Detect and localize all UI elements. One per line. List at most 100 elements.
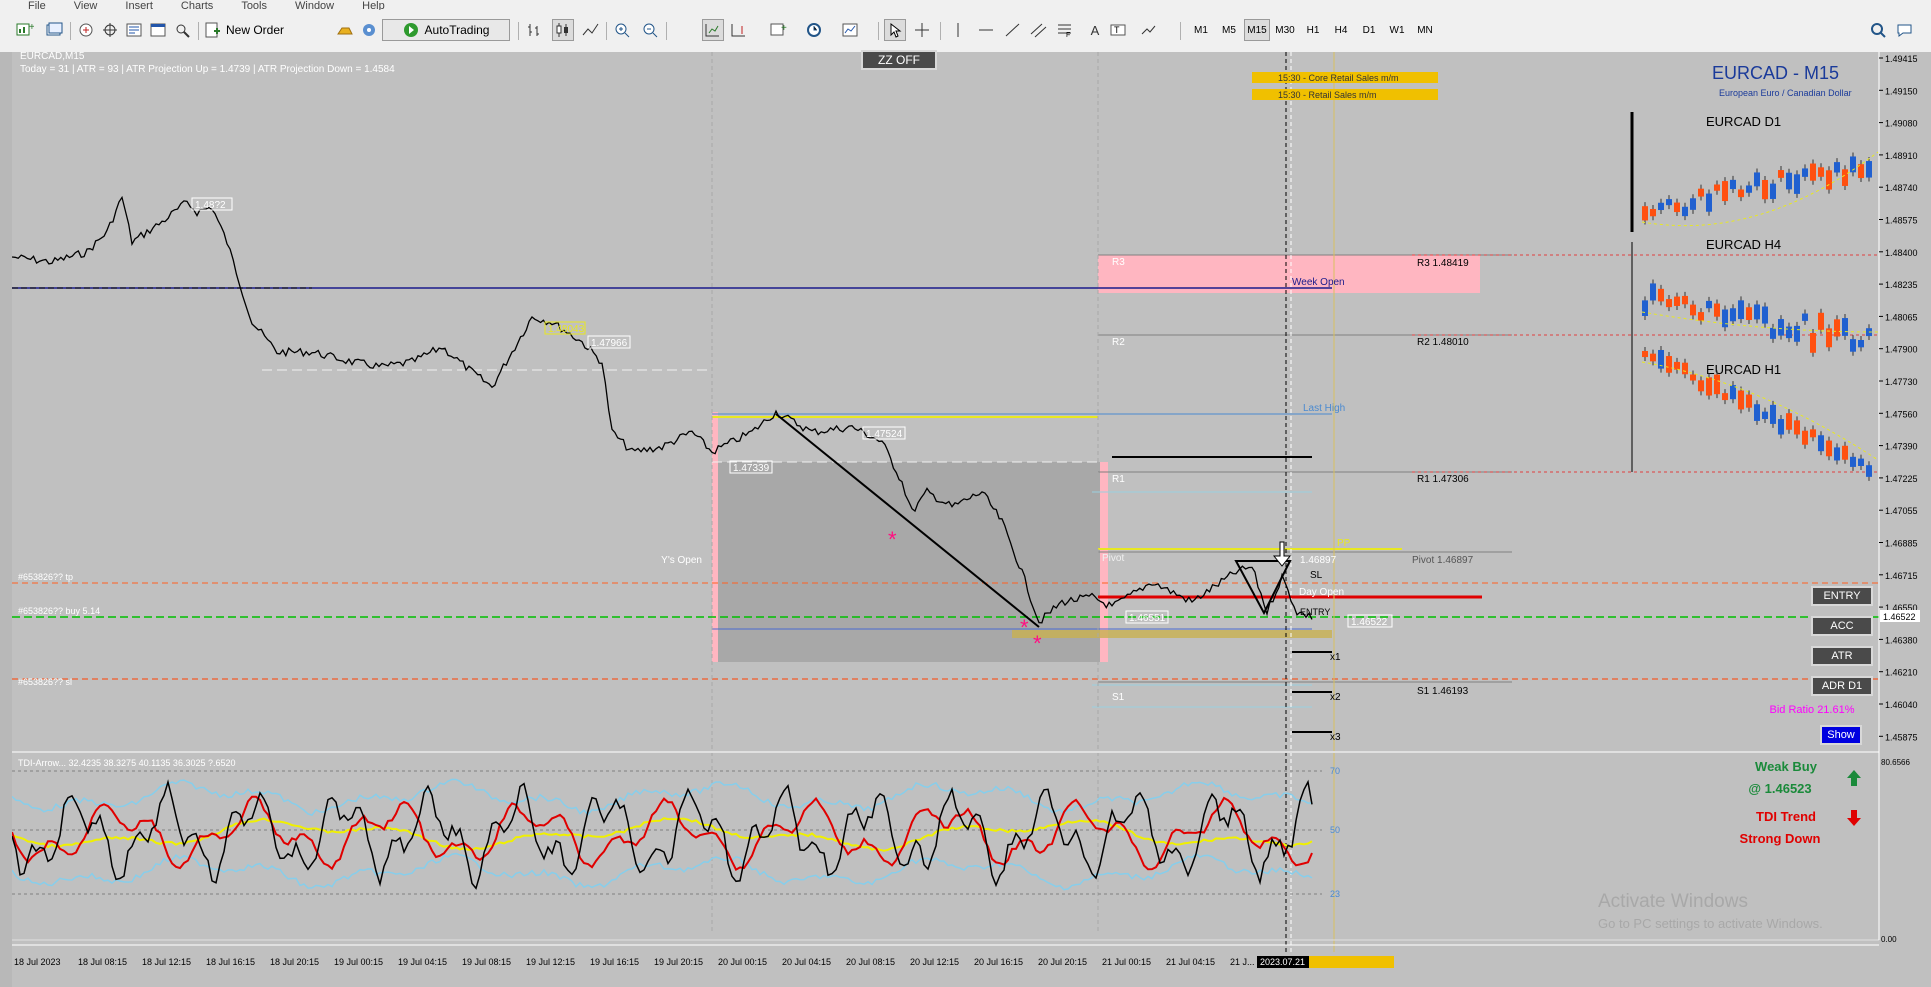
menu-help[interactable]: Help xyxy=(362,1,385,11)
bar-chart-icon[interactable] xyxy=(524,19,546,41)
text-label-icon[interactable]: T xyxy=(1108,19,1130,41)
bid-ratio: Bid Ratio 21.61% xyxy=(1770,704,1855,716)
mini-candle-body xyxy=(1738,390,1744,410)
terminal-icon[interactable] xyxy=(148,19,170,41)
new-order-label: New Order xyxy=(226,23,285,37)
adr-d1-button[interactable]: ADR D1 xyxy=(1811,676,1873,696)
timeframe-m30[interactable]: M30 xyxy=(1272,19,1298,41)
time-tick-label: 21 Jul 04:15 xyxy=(1166,957,1215,967)
menu-file[interactable]: File xyxy=(28,1,46,11)
entry-button[interactable]: ENTRY xyxy=(1811,586,1873,606)
mini-candle-body xyxy=(1746,185,1752,193)
price-tick-label: 1.47390 xyxy=(1885,442,1918,452)
price-tick-label: 1.46210 xyxy=(1885,668,1918,678)
symbol-header: EURCAD,M15 xyxy=(20,52,85,62)
chart-canvas[interactable]: * * * 1.48?2 1.48043 1.47966 1.47524 1.4… xyxy=(12,52,1931,987)
price-tick-label: 1.47560 xyxy=(1885,409,1918,419)
day-open-label: Day Open xyxy=(1299,587,1344,598)
zoom-in-icon[interactable] xyxy=(612,19,634,41)
x2-label: x2 xyxy=(1330,692,1341,703)
week-open-label: Week Open xyxy=(1292,277,1345,288)
zoom-out-icon[interactable] xyxy=(640,19,662,41)
new-order-button[interactable]: New Order xyxy=(204,19,324,41)
time-tick-label: 20 Jul 16:15 xyxy=(974,957,1023,967)
mini-candle-body xyxy=(1858,458,1864,466)
price-tick-label: 1.46380 xyxy=(1885,635,1918,645)
expert-advisor-icon[interactable] xyxy=(358,19,380,41)
mini-candle-body xyxy=(1842,318,1848,336)
fibonacci-icon[interactable]: F xyxy=(1054,19,1076,41)
mini-candle-body xyxy=(1706,300,1712,309)
text-tool-icon[interactable]: A xyxy=(1084,19,1106,41)
equidistant-channel-icon[interactable] xyxy=(1028,19,1050,41)
menu-tools[interactable]: Tools xyxy=(241,1,267,11)
zz-toggle-button[interactable]: ZZ OFF xyxy=(861,50,937,70)
profiles-icon[interactable] xyxy=(44,19,66,41)
price-tick-label: 1.48575 xyxy=(1885,216,1918,226)
timeframe-m5[interactable]: M5 xyxy=(1216,19,1242,41)
toolbar: + New Order AutoTrading + F A T M1 M5 M1… xyxy=(0,10,1931,53)
candlestick-chart-icon[interactable] xyxy=(552,19,574,41)
news-time-tag xyxy=(1309,956,1394,968)
atr-button[interactable]: ATR xyxy=(1811,646,1873,666)
acc-button[interactable]: ACC xyxy=(1811,616,1873,636)
price-label-hi1: 1.48?2 xyxy=(195,200,226,211)
arrows-icon[interactable] xyxy=(1138,19,1160,41)
chat-icon[interactable] xyxy=(1894,19,1916,41)
templates-icon[interactable] xyxy=(840,19,862,41)
crosshair-move-icon[interactable] xyxy=(100,19,122,41)
cursor-icon[interactable] xyxy=(884,19,906,41)
mini-candle-body xyxy=(1810,429,1816,438)
time-tick-label: 20 Jul 12:15 xyxy=(910,957,959,967)
timeframe-w1[interactable]: W1 xyxy=(1384,19,1410,41)
chart-shift-icon[interactable] xyxy=(728,19,750,41)
mini-candle-body xyxy=(1714,303,1720,317)
menu-charts[interactable]: Charts xyxy=(181,1,213,11)
timeframe-m1[interactable]: M1 xyxy=(1188,19,1214,41)
autoscroll-icon[interactable] xyxy=(702,19,724,41)
crosshair-icon[interactable] xyxy=(912,19,934,41)
svg-text:+: + xyxy=(781,23,787,34)
show-button[interactable]: Show xyxy=(1820,725,1862,745)
star-marker-3: * xyxy=(1033,631,1042,656)
mini-candle-body xyxy=(1674,361,1680,370)
mini-candle-body xyxy=(1786,172,1792,190)
menu-insert[interactable]: Insert xyxy=(125,1,153,11)
indicator-axis-min: 0.00 xyxy=(1881,935,1897,944)
menu-window[interactable]: Window xyxy=(295,1,334,11)
timeframe-h1[interactable]: H1 xyxy=(1300,19,1326,41)
timeframe-d1[interactable]: D1 xyxy=(1356,19,1382,41)
search-icon[interactable] xyxy=(1868,19,1890,41)
gold-bars-icon[interactable] xyxy=(334,19,356,41)
horizontal-line-icon[interactable] xyxy=(976,19,998,41)
mini-candle-body xyxy=(1706,377,1712,396)
mini-candle-body xyxy=(1658,288,1664,302)
indicator-header: TDI-Arrow... 32.4235 38.3275 40.1135 36.… xyxy=(18,758,236,768)
timeframe-m15[interactable]: M15 xyxy=(1244,19,1270,41)
strategy-tester-icon[interactable] xyxy=(172,19,194,41)
x3-label: x3 xyxy=(1330,732,1341,743)
mini-candle-body xyxy=(1730,179,1736,190)
market-watch-icon[interactable] xyxy=(76,19,98,41)
mini-candle-body xyxy=(1666,356,1672,373)
mini-candle-body xyxy=(1746,307,1752,321)
mini-candle-body xyxy=(1722,181,1728,202)
timeframe-h4[interactable]: H4 xyxy=(1328,19,1354,41)
line-chart-icon[interactable] xyxy=(580,19,602,41)
menu-view[interactable]: View xyxy=(74,1,98,11)
ys-open-label: Y's Open xyxy=(661,555,702,566)
price-tick-label: 1.48740 xyxy=(1885,183,1918,193)
timeframe-mn[interactable]: MN xyxy=(1412,19,1438,41)
periods-clock-icon[interactable] xyxy=(804,19,826,41)
s1-short: S1 xyxy=(1112,692,1125,703)
trendline-icon[interactable] xyxy=(1002,19,1024,41)
navigator-icon[interactable] xyxy=(124,19,146,41)
vertical-line-icon[interactable] xyxy=(948,19,970,41)
price-tick-label: 1.47730 xyxy=(1885,377,1918,387)
mini-candle-body xyxy=(1770,183,1776,199)
chart-window[interactable]: * * * 1.48?2 1.48043 1.47966 1.47524 1.4… xyxy=(0,50,1931,987)
cursor-date: 2023.07.21 xyxy=(1260,957,1305,967)
autotrading-button[interactable]: AutoTrading xyxy=(382,19,510,41)
new-chart-icon[interactable]: + xyxy=(14,19,36,41)
indicators-icon[interactable]: + xyxy=(768,19,790,41)
